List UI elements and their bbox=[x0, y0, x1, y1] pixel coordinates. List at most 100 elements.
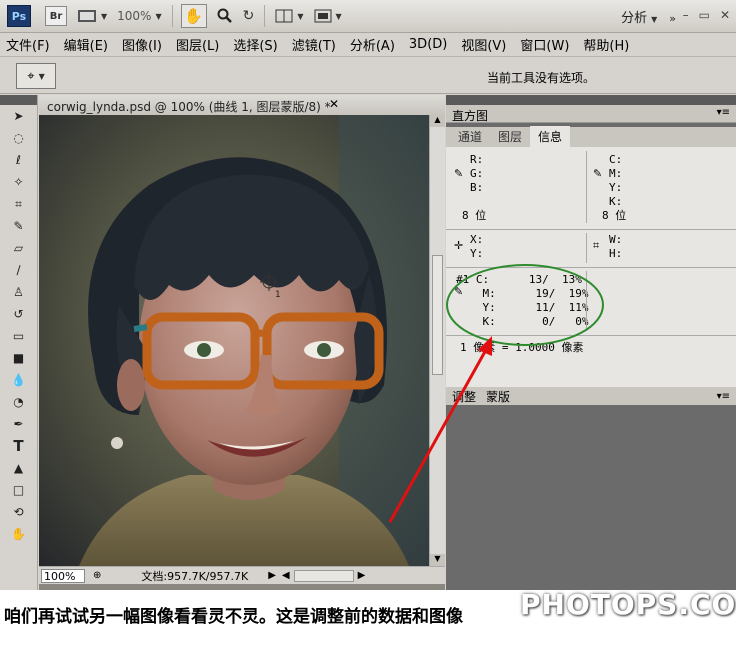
watermark: PHOTOPS.COM bbox=[520, 588, 736, 621]
xy-readout: X: Y: bbox=[470, 233, 484, 260]
photoshop-logo: Ps bbox=[7, 5, 31, 27]
hand-tool-button[interactable]: ✋ bbox=[180, 4, 207, 28]
minimize-button[interactable]: – bbox=[683, 8, 689, 22]
menu-3d[interactable]: 3D(D) bbox=[409, 37, 447, 52]
brush-tool-icon[interactable]: ∕ bbox=[0, 259, 37, 281]
vertical-scrollbar[interactable]: ▲ ▼ bbox=[429, 115, 445, 566]
svg-text:1: 1 bbox=[275, 290, 281, 300]
horizontal-scroll-right-icon[interactable]: ▶ bbox=[358, 570, 366, 581]
zoom-input[interactable]: 100% bbox=[41, 568, 85, 583]
pixel-ratio: 1 像素 = 1.0000 像素 bbox=[460, 341, 584, 354]
tools-panel-header[interactable] bbox=[0, 95, 37, 105]
restore-button[interactable]: ▭ bbox=[699, 8, 710, 22]
menu-layer[interactable]: 图层(L) bbox=[176, 35, 219, 54]
panel-menu-icon[interactable]: ▾≡ bbox=[717, 107, 730, 118]
view-extras-button[interactable]: ▼ bbox=[77, 5, 107, 27]
options-bar: ⌖ ▼ 当前工具没有选项。 bbox=[0, 58, 736, 94]
marquee-tool-icon[interactable]: ◌ bbox=[0, 127, 37, 149]
menu-select[interactable]: 选择(S) bbox=[233, 35, 277, 54]
menu-help[interactable]: 帮助(H) bbox=[583, 35, 629, 54]
color-sampler-tool-icon: ⌖ bbox=[27, 68, 35, 84]
shape-tool-icon[interactable]: □ bbox=[0, 479, 37, 501]
horizontal-scrollbar[interactable] bbox=[293, 569, 354, 582]
menu-view[interactable]: 视图(V) bbox=[461, 35, 506, 54]
tab-layers[interactable]: 图层 bbox=[490, 126, 530, 147]
hand-tool-icon[interactable]: ✋ bbox=[0, 523, 37, 545]
screen-mode-button[interactable]: ▼ bbox=[314, 5, 342, 27]
scroll-up-icon[interactable]: ▲ bbox=[430, 115, 445, 127]
scroll-down-icon[interactable]: ▼ bbox=[430, 554, 445, 566]
clone-stamp-tool-icon[interactable]: ♙ bbox=[0, 281, 37, 303]
type-tool-icon[interactable]: T bbox=[0, 435, 37, 457]
move-tool-icon[interactable]: ➤ bbox=[0, 105, 37, 127]
tools-panel: ➤ ◌ ℓ ✧ ⌗ ✎ ▱ ∕ ♙ ↺ ▭ ■ 💧 ◔ ✒ T ▲ □ ⟲ ✋ bbox=[0, 95, 38, 590]
zoom-icon bbox=[217, 8, 232, 23]
dodge-tool-icon[interactable]: ◔ bbox=[0, 391, 37, 413]
scroll-thumb[interactable] bbox=[432, 255, 443, 375]
status-menu-icon[interactable]: ⊕ bbox=[93, 570, 101, 581]
magic-wand-tool-icon[interactable]: ✧ bbox=[0, 171, 37, 193]
rgb-readout: R: G: B: bbox=[470, 153, 484, 194]
gradient-tool-icon[interactable]: ■ bbox=[0, 347, 37, 369]
menu-edit[interactable]: 编辑(E) bbox=[64, 35, 108, 54]
menu-bar: 文件(F) 编辑(E) 图像(I) 图层(L) 选择(S) 滤镜(T) 分析(A… bbox=[0, 33, 736, 57]
crop-tool-icon[interactable]: ⌗ bbox=[0, 193, 37, 215]
tab-channels[interactable]: 通道 bbox=[450, 126, 490, 147]
zoom-level-dropdown[interactable]: 100% ▼ bbox=[117, 5, 161, 27]
image-canvas[interactable]: 1 bbox=[39, 115, 429, 566]
3d-rotate-tool-icon[interactable]: ⟲ bbox=[0, 501, 37, 523]
divider bbox=[264, 5, 266, 27]
workspace-switcher[interactable]: 分析 ▼» bbox=[621, 7, 676, 26]
healing-brush-tool-icon[interactable]: ▱ bbox=[0, 237, 37, 259]
close-document-icon[interactable]: ✕ bbox=[329, 97, 339, 111]
divider bbox=[586, 271, 587, 331]
menu-file[interactable]: 文件(F) bbox=[6, 35, 50, 54]
blur-tool-icon[interactable]: 💧 bbox=[0, 369, 37, 391]
portrait-photo: 1 bbox=[39, 115, 429, 566]
document-title: corwig_lynda.psd @ 100% (曲线 1, 图层蒙版/8) * bbox=[47, 100, 331, 114]
caption-text: 咱们再试试另一幅图像看看灵不灵。这是调整前的数据和图像 bbox=[4, 607, 463, 627]
info-panel-tabs: 通道 图层 信息 bbox=[446, 126, 736, 147]
tab-adjustments[interactable]: 调整 bbox=[452, 388, 476, 405]
crosshair-icon: ✛ bbox=[454, 239, 464, 252]
panel-dock: 直方图 ▾≡ 通道 图层 信息 ✎ R: G: B: ✎ C: M: Y: K:… bbox=[446, 95, 736, 590]
pen-tool-icon[interactable]: ✒ bbox=[0, 413, 37, 435]
screen-mode-icon bbox=[314, 9, 332, 23]
menu-image[interactable]: 图像(I) bbox=[122, 35, 162, 54]
zoom-tool-button[interactable] bbox=[217, 5, 233, 27]
divider bbox=[446, 335, 736, 336]
divider bbox=[586, 233, 587, 263]
menu-window[interactable]: 窗口(W) bbox=[520, 35, 569, 54]
bridge-button[interactable]: Br bbox=[45, 6, 67, 26]
bit-depth-right: 8 位 bbox=[602, 209, 627, 222]
eraser-tool-icon[interactable]: ▭ bbox=[0, 325, 37, 347]
tab-info[interactable]: 信息 bbox=[530, 126, 571, 147]
document-tab[interactable]: corwig_lynda.psd @ 100% (曲线 1, 图层蒙版/8) *… bbox=[39, 95, 445, 115]
bit-depth-left: 8 位 bbox=[462, 209, 487, 222]
histogram-panel-tab[interactable]: 直方图 ▾≡ bbox=[446, 105, 736, 123]
history-brush-tool-icon[interactable]: ↺ bbox=[0, 303, 37, 325]
path-selection-tool-icon[interactable]: ▲ bbox=[0, 457, 37, 479]
eyedropper-icon: ✎ bbox=[593, 167, 603, 180]
document-size: 文档:957.7K/957.7K bbox=[141, 569, 249, 583]
color-sampler-readout: #1 C: 13/ 13% M: 19/ 19% Y: 11/ 11% K: 0… bbox=[456, 273, 589, 328]
panel-dock-header[interactable] bbox=[446, 95, 736, 105]
histogram-tab-label: 直方图 bbox=[452, 109, 489, 123]
lasso-tool-icon[interactable]: ℓ bbox=[0, 149, 37, 171]
arrange-documents-button[interactable]: ▼ bbox=[275, 5, 304, 27]
horizontal-scroll-left-icon[interactable]: ◀ bbox=[282, 570, 290, 581]
close-button[interactable]: ✕ bbox=[720, 8, 730, 22]
menu-filter[interactable]: 滤镜(T) bbox=[292, 35, 336, 54]
eyedropper-tool-icon[interactable]: ✎ bbox=[0, 215, 37, 237]
eyedropper-icon: ✎ bbox=[454, 167, 464, 180]
tab-masks[interactable]: 蒙版 bbox=[486, 388, 510, 405]
status-arrow-icon[interactable]: ▶ bbox=[268, 570, 276, 581]
workspace-label: 分析 bbox=[621, 11, 648, 26]
menu-analysis[interactable]: 分析(A) bbox=[350, 35, 395, 54]
rotate-view-button[interactable]: ↻ bbox=[243, 5, 255, 27]
divider bbox=[446, 267, 736, 268]
tool-preset-picker[interactable]: ⌖ ▼ bbox=[16, 63, 56, 89]
panel-menu-icon[interactable]: ▾≡ bbox=[717, 391, 730, 402]
rotate-view-icon: ↻ bbox=[242, 8, 255, 24]
hand-icon: ✋ bbox=[184, 7, 203, 25]
